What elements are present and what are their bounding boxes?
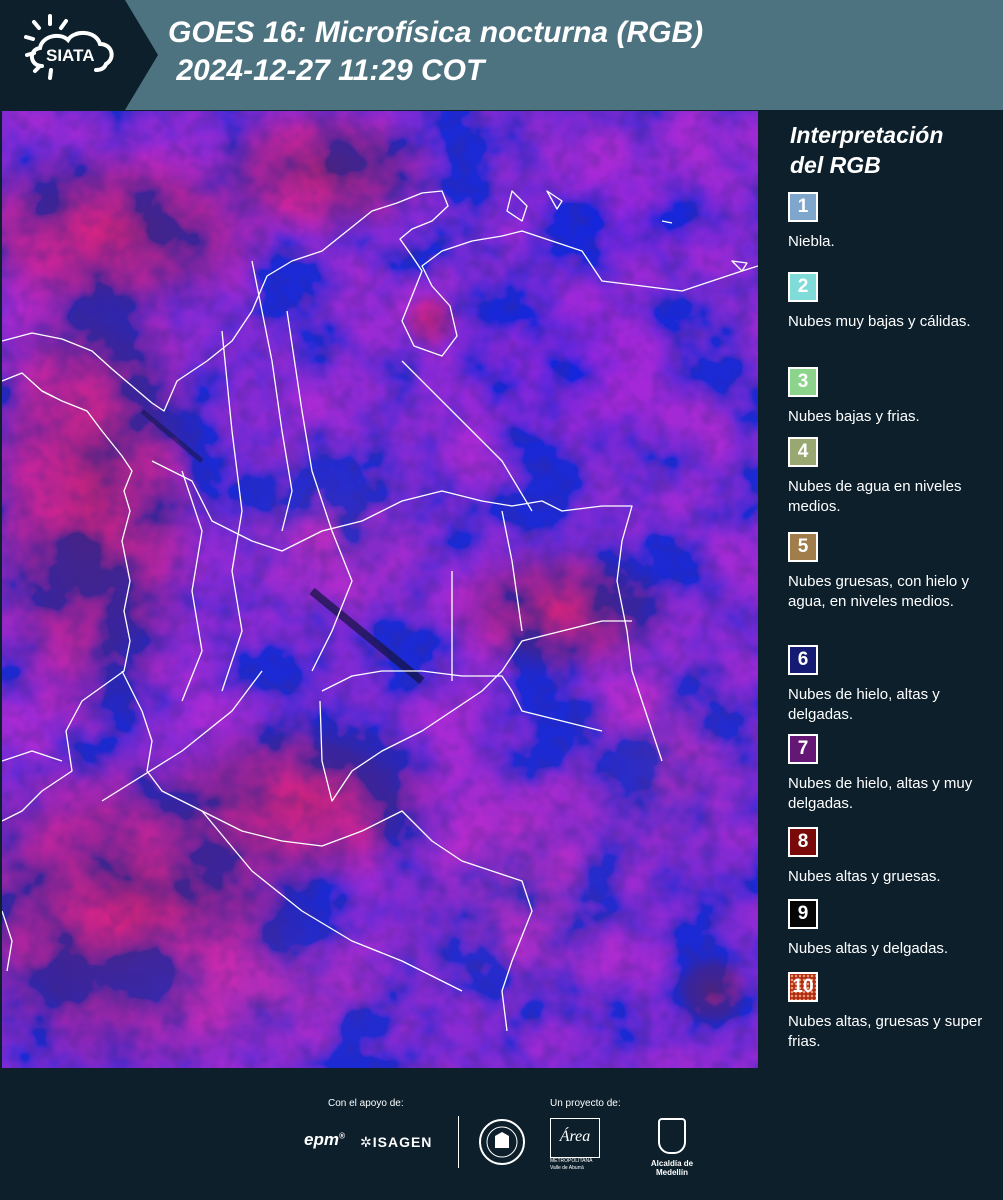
legend-swatch: 8: [788, 827, 818, 857]
legend-item: 1 Niebla.: [788, 192, 993, 252]
alcaldia-medellin-logo[interactable]: Alcaldía de Medellín: [640, 1118, 704, 1177]
isagen-logo[interactable]: ✲ISAGEN: [360, 1134, 432, 1151]
legend-label: Nubes gruesas, con hielo y agua, en nive…: [788, 573, 969, 610]
legend-label: Nubes altas y gruesas.: [788, 868, 941, 885]
legend-title-line-1: Interpretación: [790, 122, 944, 148]
area-metropolitana-logo[interactable]: Área METROPOLITANA Valle de Aburrá: [550, 1118, 600, 1171]
legend-panel: Interpretación del RGB 1 Niebla. 2 Nubes mu…: [776, 112, 998, 1068]
legend-item: 9 Nubes altas y delgadas.: [788, 899, 993, 959]
footer: Con el apoyo de: Un proyecto de: epm® ✲I…: [0, 1070, 1003, 1200]
legend-label: Nubes de agua en niveles medios.: [788, 478, 962, 515]
legend-swatch: 3: [788, 367, 818, 397]
rgb-satellite-image: [2, 111, 758, 1068]
legend-swatch: 10: [788, 972, 818, 1002]
legend-label: Niebla.: [788, 233, 835, 250]
satellite-map[interactable]: [2, 111, 758, 1068]
legend-swatch: 5: [788, 532, 818, 562]
legend-swatch: 7: [788, 734, 818, 764]
header-bar: SIATA GOES 16: Microfísica nocturna (RGB…: [0, 0, 1003, 110]
legend-swatch: 4: [788, 437, 818, 467]
city-seal-icon[interactable]: [478, 1118, 526, 1166]
legend-label: Nubes muy bajas y cálidas.: [788, 313, 971, 330]
legend-title: Interpretación del RGB: [790, 120, 943, 180]
footer-divider: [458, 1116, 459, 1168]
legend-label: Nubes altas y delgadas.: [788, 940, 949, 957]
epm-logo[interactable]: epm®: [304, 1130, 345, 1150]
legend-swatch: 9: [788, 899, 818, 929]
legend-label: Nubes de hielo, altas y delgadas.: [788, 686, 940, 723]
legend-item: 2 Nubes muy bajas y cálidas.: [788, 272, 993, 332]
svg-text:SIATA: SIATA: [46, 46, 94, 65]
siata-logo-graphic: SIATA: [0, 0, 158, 110]
support-label: Con el apoyo de:: [328, 1098, 404, 1109]
alcaldia-shield-icon: [658, 1118, 686, 1154]
siata-logo[interactable]: SIATA: [0, 0, 158, 110]
title-line-1: GOES 16: Microfísica nocturna (RGB): [168, 16, 704, 49]
legend-item: 10 Nubes altas, gruesas y super frias.: [788, 972, 993, 1052]
isagen-icon: ✲: [360, 1134, 373, 1150]
title-line-2: 2024-12-27 11:29 COT: [168, 54, 485, 87]
legend-item: 3 Nubes bajas y frias.: [788, 367, 993, 427]
legend-swatch: 1: [788, 192, 818, 222]
legend-swatch: 6: [788, 645, 818, 675]
page-title: GOES 16: Microfísica nocturna (RGB) 2024…: [168, 14, 703, 90]
legend-item: 5 Nubes gruesas, con hielo y agua, en niv…: [788, 532, 993, 612]
legend-item: 7 Nubes de hielo, altas y muy delgadas.: [788, 734, 993, 814]
project-label: Un proyecto de:: [550, 1098, 621, 1109]
legend-swatch: 2: [788, 272, 818, 302]
legend-label: Nubes altas, gruesas y super frias.: [788, 1013, 983, 1050]
legend-label: Nubes bajas y frias.: [788, 408, 920, 425]
legend-title-line-2: del RGB: [790, 152, 881, 178]
legend-item: 6 Nubes de hielo, altas y delgadas.: [788, 645, 993, 725]
legend-item: 8 Nubes altas y gruesas.: [788, 827, 993, 887]
legend-label: Nubes de hielo, altas y muy delgadas.: [788, 775, 973, 812]
legend-item: 4 Nubes de agua en niveles medios.: [788, 437, 993, 517]
